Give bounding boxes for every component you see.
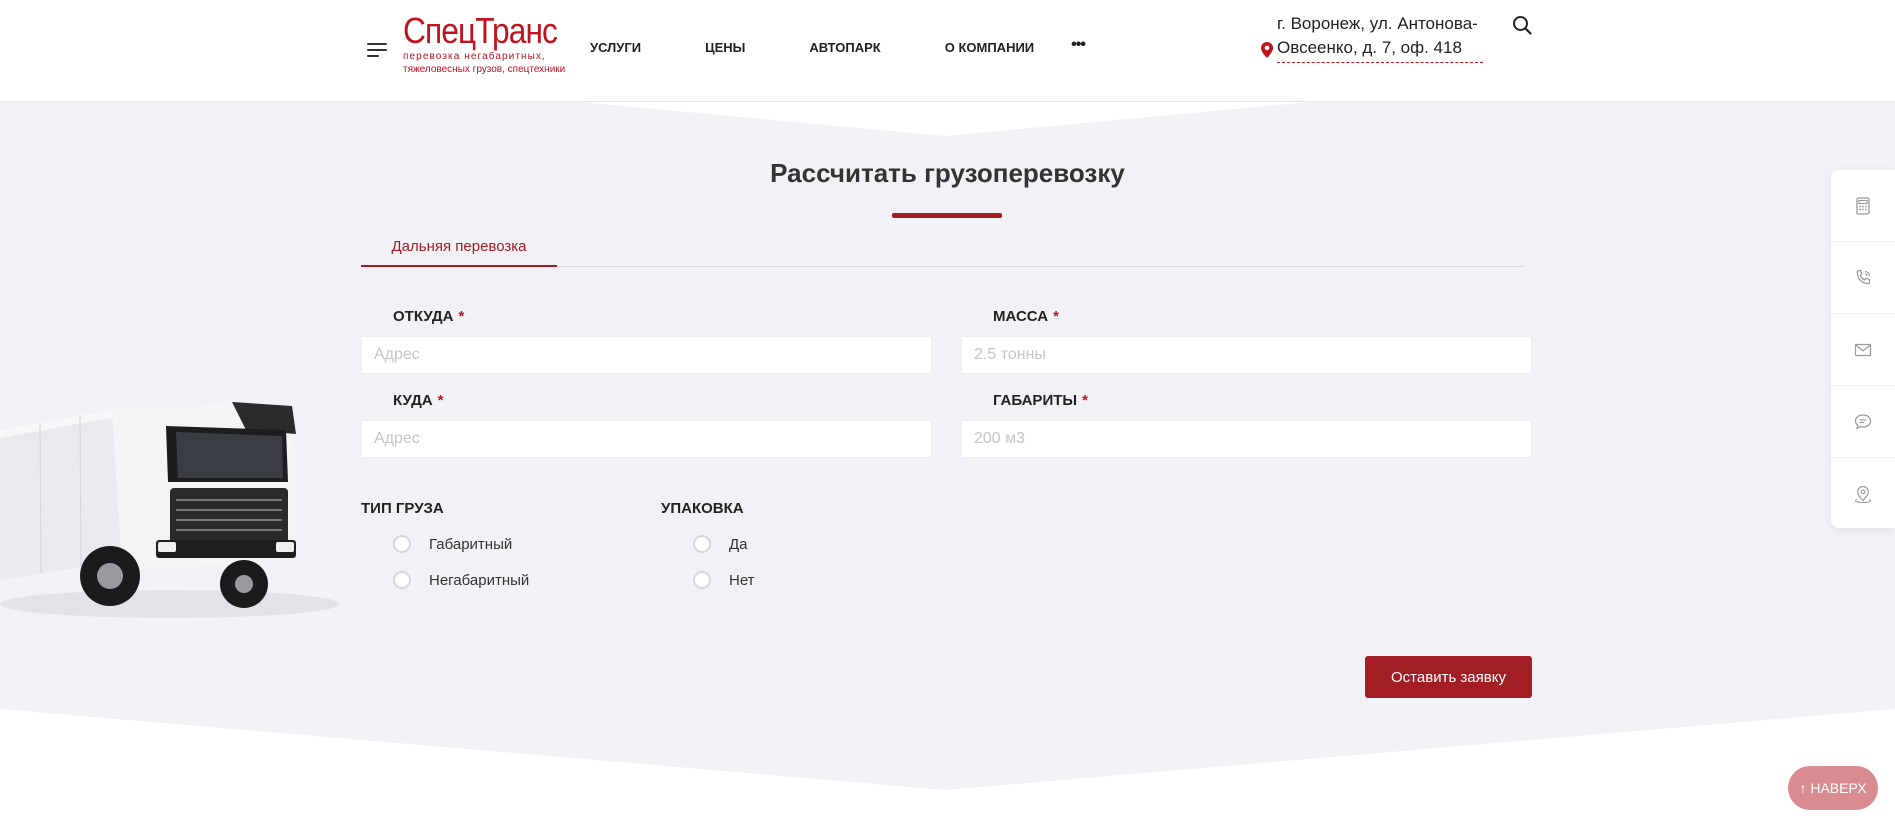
page-title: Рассчитать грузоперевозку xyxy=(770,158,1125,188)
side-chat-button[interactable] xyxy=(1831,386,1895,458)
cargo-type-title: ТИП ГРУЗА xyxy=(361,500,444,517)
required-mark: * xyxy=(437,392,444,409)
side-calculator-button[interactable] xyxy=(1831,170,1895,242)
main-nav: УСЛУГИ ЦЕНЫ АВТОПАРК О КОМПАНИИ ••• xyxy=(590,36,1086,56)
to-input[interactable] xyxy=(361,420,932,458)
radio-packaging-yes[interactable]: Да xyxy=(693,535,748,553)
back-to-top-button[interactable]: ↑ НАВЕРХ xyxy=(1788,766,1878,810)
packaging-title: УПАКОВКА xyxy=(661,500,744,517)
logo-tagline-2: тяжеловесных грузов, спецтехники xyxy=(403,64,566,75)
side-location-button[interactable] xyxy=(1831,458,1895,530)
radio-circle[interactable] xyxy=(393,535,411,553)
submit-request-button[interactable]: Оставить заявку xyxy=(1365,656,1532,698)
from-label: ОТКУДА * xyxy=(393,308,465,325)
logo[interactable]: СпецТранс перевозка негабаритных, тяжело… xyxy=(403,10,566,84)
radio-cargo-standard[interactable]: Габаритный xyxy=(393,535,512,553)
radio-cargo-oversized[interactable]: Негабаритный xyxy=(393,571,529,589)
menu-burger-icon[interactable] xyxy=(367,43,387,57)
logo-name: СпецТранс xyxy=(403,10,558,51)
truck-illustration xyxy=(0,402,340,618)
nav-item-services[interactable]: УСЛУГИ xyxy=(590,40,641,55)
phone-icon xyxy=(1856,269,1871,284)
title-underline xyxy=(892,213,1002,218)
mail-icon xyxy=(1854,343,1872,356)
radio-circle[interactable] xyxy=(693,571,711,589)
nav-item-about[interactable]: О КОМПАНИИ xyxy=(945,40,1034,55)
side-phone-button[interactable] xyxy=(1831,242,1895,314)
side-mail-button[interactable] xyxy=(1831,314,1895,386)
size-input[interactable] xyxy=(961,420,1532,458)
required-mark: * xyxy=(1082,392,1088,409)
mass-label: МАССА * xyxy=(993,308,1059,325)
search-icon[interactable] xyxy=(1512,15,1532,35)
mass-input[interactable] xyxy=(961,336,1532,374)
nav-item-fleet[interactable]: АВТОПАРК xyxy=(809,40,880,55)
logo-tagline-1: перевозка негабаритных, xyxy=(403,51,546,62)
site-header: СпецТранс перевозка негабаритных, тяжело… xyxy=(0,0,1895,102)
tabs: Дальняя перевозка xyxy=(361,232,1525,267)
calculator-icon xyxy=(1856,196,1870,215)
location-pin-icon xyxy=(1261,42,1273,58)
from-input[interactable] xyxy=(361,336,932,374)
side-contact-panel xyxy=(1831,170,1895,528)
location-icon xyxy=(1854,485,1872,504)
section-bottom-shape xyxy=(0,707,1895,790)
required-mark: * xyxy=(1053,308,1059,325)
chat-icon xyxy=(1854,413,1872,430)
section-top-notch xyxy=(580,102,1310,136)
tab-long-distance[interactable]: Дальняя перевозка xyxy=(361,232,557,267)
nav-item-prices[interactable]: ЦЕНЫ xyxy=(705,40,745,55)
radio-packaging-no[interactable]: Нет xyxy=(693,571,755,589)
radio-circle[interactable] xyxy=(693,535,711,553)
header-address[interactable]: г. Воронеж, ул. Антонова-Овсеенко, д. 7,… xyxy=(1277,12,1483,63)
nav-more-icon[interactable]: ••• xyxy=(1071,36,1086,54)
required-mark: * xyxy=(458,308,465,325)
radio-circle[interactable] xyxy=(393,571,411,589)
to-label: КУДА * xyxy=(393,392,444,409)
size-label: ГАБАРИТЫ * xyxy=(993,392,1088,409)
